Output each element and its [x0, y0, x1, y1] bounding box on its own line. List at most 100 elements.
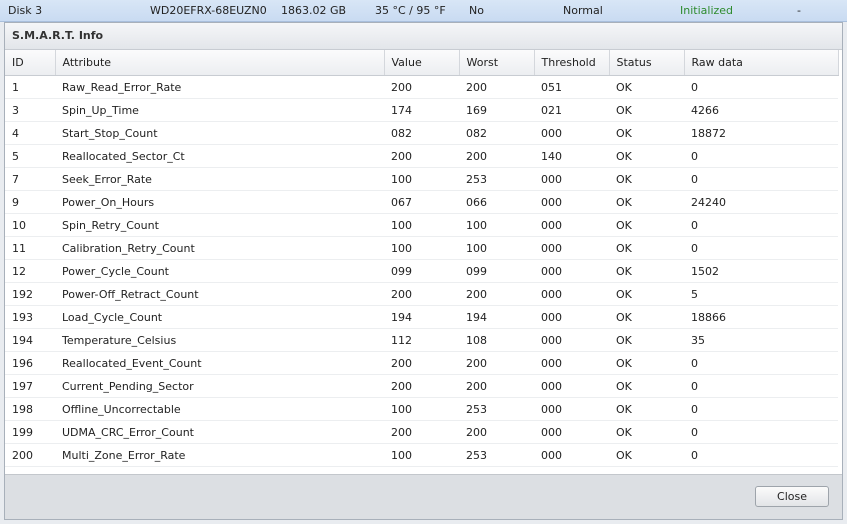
table-row[interactable]: 7 Seek_Error_Rate 100 253 000 OK 0	[5, 167, 838, 191]
column-header-status[interactable]: Status	[609, 50, 685, 76]
cell-threshold: 140	[534, 144, 609, 168]
column-header-attribute[interactable]: Attribute	[55, 50, 385, 76]
table-row[interactable]: 3 Spin_Up_Time 174 169 021 OK 4266	[5, 98, 838, 122]
cell-id: 11	[5, 236, 55, 260]
smart-table: ID Attribute Value Worst Threshold Status Raw …	[5, 50, 839, 467]
table-row[interactable]: 4 Start_Stop_Count 082 082 000 OK 18872	[5, 121, 838, 145]
cell-id: 192	[5, 282, 55, 306]
cell-id: 4	[5, 121, 55, 145]
cell-status: OK	[609, 374, 684, 398]
cell-raw-data: 18866	[684, 305, 838, 329]
column-header-value[interactable]: Value	[384, 50, 460, 76]
cell-raw-data: 18872	[684, 121, 838, 145]
cell-attribute: Raw_Read_Error_Rate	[55, 75, 384, 99]
cell-value: 200	[384, 144, 459, 168]
table-row[interactable]: 194 Temperature_Celsius 112 108 000 OK 35	[5, 328, 838, 352]
cell-threshold: 000	[534, 420, 609, 444]
cell-status: OK	[609, 351, 684, 375]
disk-flag: No	[469, 4, 484, 17]
cell-worst: 200	[459, 351, 534, 375]
cell-worst: 194	[459, 305, 534, 329]
disk-health: Normal	[563, 4, 603, 17]
cell-raw-data: 4266	[684, 98, 838, 122]
cell-status: OK	[609, 213, 684, 237]
disk-name: Disk 3	[8, 4, 43, 17]
cell-threshold: 000	[534, 397, 609, 421]
cell-id: 10	[5, 213, 55, 237]
cell-status: OK	[609, 282, 684, 306]
column-header-worst[interactable]: Worst	[459, 50, 535, 76]
table-row[interactable]: 200 Multi_Zone_Error_Rate 100 253 000 OK 0	[5, 443, 838, 467]
cell-threshold: 000	[534, 443, 609, 467]
cell-attribute: Reallocated_Event_Count	[55, 351, 384, 375]
cell-value: 100	[384, 236, 459, 260]
table-row[interactable]: 192 Power-Off_Retract_Count 200 200 000 OK 5	[5, 282, 838, 306]
cell-status: OK	[609, 167, 684, 191]
cell-value: 174	[384, 98, 459, 122]
cell-attribute: Multi_Zone_Error_Rate	[55, 443, 384, 467]
cell-worst: 100	[459, 236, 534, 260]
cell-status: OK	[609, 328, 684, 352]
cell-status: OK	[609, 443, 684, 467]
cell-raw-data: 0	[684, 443, 838, 467]
cell-attribute: UDMA_CRC_Error_Count	[55, 420, 384, 444]
cell-value: 194	[384, 305, 459, 329]
disk-extra: -	[797, 4, 801, 17]
smart-grid[interactable]: ID Attribute Value Worst Threshold Status Raw …	[5, 50, 842, 475]
table-header-row: ID Attribute Value Worst Threshold Status Raw …	[5, 50, 839, 76]
table-row[interactable]: 5 Reallocated_Sector_Ct 200 200 140 OK 0	[5, 144, 838, 168]
cell-worst: 169	[459, 98, 534, 122]
cell-threshold: 051	[534, 75, 609, 99]
cell-value: 200	[384, 282, 459, 306]
cell-id: 198	[5, 397, 55, 421]
cell-threshold: 000	[534, 190, 609, 214]
cell-threshold: 000	[534, 213, 609, 237]
cell-worst: 200	[459, 420, 534, 444]
column-header-threshold[interactable]: Threshold	[534, 50, 610, 76]
cell-threshold: 021	[534, 98, 609, 122]
cell-threshold: 000	[534, 374, 609, 398]
disk-list-row[interactable]: Disk 3 WD20EFRX-68EUZN0 1863.02 GB 35 °C…	[0, 0, 847, 22]
column-header-id[interactable]: ID	[5, 50, 56, 76]
cell-worst: 100	[459, 213, 534, 237]
table-row[interactable]: 193 Load_Cycle_Count 194 194 000 OK 18866	[5, 305, 838, 329]
cell-value: 200	[384, 75, 459, 99]
table-row[interactable]: 11 Calibration_Retry_Count 100 100 000 OK 0	[5, 236, 838, 260]
cell-id: 12	[5, 259, 55, 283]
cell-attribute: Load_Cycle_Count	[55, 305, 384, 329]
table-row[interactable]: 199 UDMA_CRC_Error_Count 200 200 000 OK 0	[5, 420, 838, 444]
cell-status: OK	[609, 259, 684, 283]
disk-status: Initialized	[680, 4, 734, 17]
cell-threshold: 000	[534, 236, 609, 260]
cell-threshold: 000	[534, 351, 609, 375]
cell-id: 7	[5, 167, 55, 191]
cell-id: 5	[5, 144, 55, 168]
cell-threshold: 000	[534, 121, 609, 145]
cell-threshold: 000	[534, 282, 609, 306]
cell-raw-data: 0	[684, 75, 838, 99]
column-header-raw-data[interactable]: Raw data	[684, 50, 839, 76]
table-row[interactable]: 197 Current_Pending_Sector 200 200 000 OK 0	[5, 374, 838, 398]
close-button[interactable]: Close	[755, 486, 829, 507]
cell-worst: 099	[459, 259, 534, 283]
table-row[interactable]: 9 Power_On_Hours 067 066 000 OK 24240	[5, 190, 838, 214]
table-row[interactable]: 12 Power_Cycle_Count 099 099 000 OK 1502	[5, 259, 838, 283]
cell-status: OK	[609, 420, 684, 444]
disk-temperature: 35 °C / 95 °F	[375, 4, 446, 17]
cell-value: 112	[384, 328, 459, 352]
smart-info-dialog: S.M.A.R.T. Info ID Attribute Value Worst Thr…	[4, 22, 843, 520]
cell-value: 100	[384, 397, 459, 421]
cell-attribute: Seek_Error_Rate	[55, 167, 384, 191]
cell-value: 082	[384, 121, 459, 145]
cell-id: 1	[5, 75, 55, 99]
cell-status: OK	[609, 190, 684, 214]
table-row[interactable]: 196 Reallocated_Event_Count 200 200 000 OK 0	[5, 351, 838, 375]
table-row[interactable]: 1 Raw_Read_Error_Rate 200 200 051 OK 0	[5, 75, 838, 99]
cell-value: 067	[384, 190, 459, 214]
table-row[interactable]: 198 Offline_Uncorrectable 100 253 000 OK 0	[5, 397, 838, 421]
table-row[interactable]: 10 Spin_Retry_Count 100 100 000 OK 0	[5, 213, 838, 237]
cell-status: OK	[609, 98, 684, 122]
cell-raw-data: 0	[684, 213, 838, 237]
cell-status: OK	[609, 305, 684, 329]
cell-attribute: Power_Cycle_Count	[55, 259, 384, 283]
